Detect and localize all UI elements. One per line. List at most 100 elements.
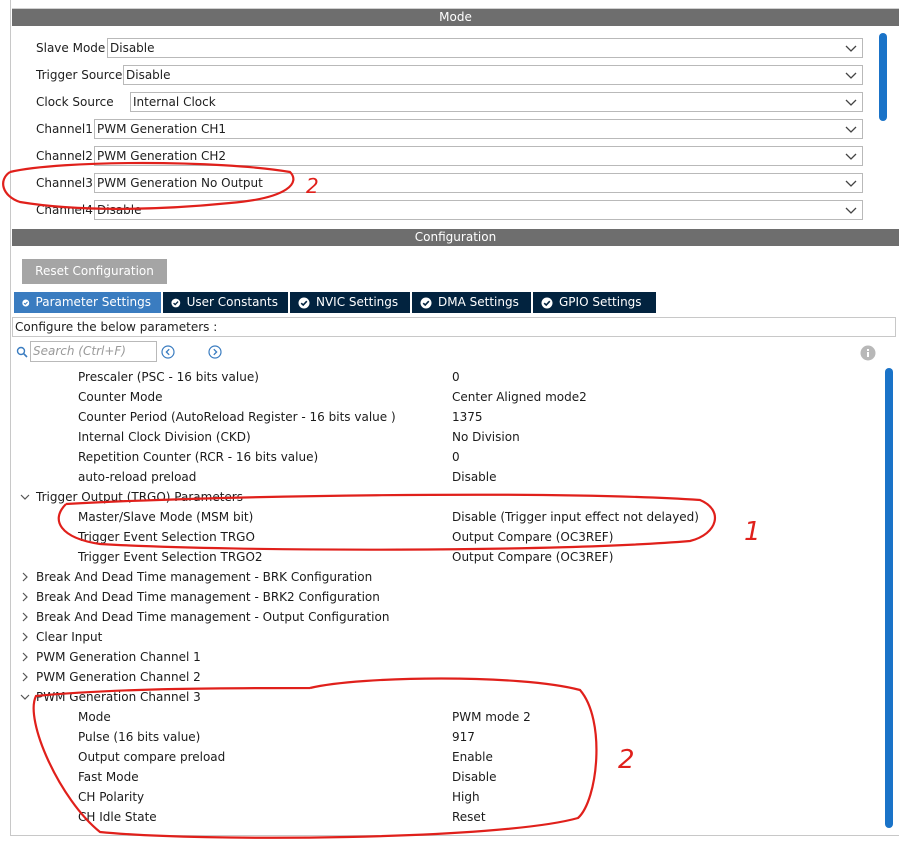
select-value: Disable (97, 203, 142, 217)
param-group-row[interactable]: PWM Generation Channel 3 (12, 687, 882, 707)
param-group-row[interactable]: PWM Generation Channel 1 (12, 647, 882, 667)
tab-user-constants[interactable]: User Constants (163, 292, 288, 313)
chevron-down-icon[interactable] (20, 491, 30, 503)
mode-scrollbar[interactable] (879, 33, 887, 121)
param-value[interactable]: Enable (452, 747, 493, 767)
param-group-label: PWM Generation Channel 3 (36, 690, 201, 704)
select-value: PWM Generation CH2 (97, 149, 227, 163)
chevron-right-icon[interactable] (20, 631, 30, 643)
param-row[interactable]: Counter Period (AutoReload Register - 16… (12, 407, 882, 427)
check-circle-icon (541, 297, 553, 308)
chevron-right-icon[interactable] (20, 571, 30, 583)
top-strip (12, 0, 899, 9)
slave-mode-select[interactable]: Disable (107, 38, 863, 58)
tab-dma-settings[interactable]: DMA Settings (412, 292, 531, 313)
param-group-row[interactable]: Break And Dead Time management - BRK2 Co… (12, 587, 882, 607)
mode-label: Slave Mode (36, 41, 106, 55)
reset-configuration-button[interactable]: Reset Configuration (22, 259, 167, 284)
param-value[interactable]: Disable (Trigger input effect not delaye… (452, 507, 699, 527)
tab-parameter-settings[interactable]: Parameter Settings (14, 292, 161, 313)
param-row[interactable]: CH Polarity High (12, 787, 882, 807)
mode-row-channel3: Channel3 (36, 172, 93, 194)
mode-label: Channel3 (36, 176, 93, 190)
param-value[interactable]: Reset (452, 807, 486, 827)
mode-row-trigger-source: Trigger Source (36, 64, 122, 86)
param-row[interactable]: Mode PWM mode 2 (12, 707, 882, 727)
param-group-row[interactable]: Clear Input (12, 627, 882, 647)
select-value: Internal Clock (133, 95, 216, 109)
param-value[interactable]: Output Compare (OC3REF) (452, 527, 613, 547)
tab-gpio-settings[interactable]: GPIO Settings (533, 292, 656, 313)
chevron-right-icon[interactable] (20, 591, 30, 603)
param-group-label: Break And Dead Time management - BRK Con… (36, 570, 373, 584)
param-name: Internal Clock Division (CKD) (78, 430, 251, 444)
mode-select-wrap: PWM Generation No Output (94, 172, 863, 194)
param-row[interactable]: Trigger Event Selection TRGO2 Output Comp… (12, 547, 882, 567)
chevron-right-icon[interactable] (20, 651, 30, 663)
info-icon[interactable] (860, 345, 876, 361)
channel1-select[interactable]: PWM Generation CH1 (94, 119, 863, 139)
param-group-row[interactable]: Trigger Output (TRGO) Parameters (12, 487, 882, 507)
select-value: PWM Generation CH1 (97, 122, 227, 136)
chevron-right-icon[interactable] (20, 671, 30, 683)
chevron-right-icon[interactable] (20, 611, 30, 623)
params-scrollbar[interactable] (885, 368, 893, 828)
param-group-label: Break And Dead Time management - BRK2 Co… (36, 590, 380, 604)
check-circle-icon (171, 298, 181, 307)
param-row[interactable]: Repetition Counter (RCR - 16 bits value)… (12, 447, 882, 467)
mode-label: Channel4 (36, 203, 93, 217)
mode-select-wrap: Disable (123, 64, 863, 86)
search-input[interactable]: Search (Ctrl+F) (30, 341, 157, 362)
param-row[interactable]: auto-reload preload Disable (12, 467, 882, 487)
param-value[interactable]: 0 (452, 367, 460, 387)
param-value[interactable]: Disable (452, 467, 497, 487)
select-value: PWM Generation No Output (97, 176, 263, 190)
param-value[interactable]: No Division (452, 427, 520, 447)
param-row[interactable]: CH Idle State Reset (12, 807, 882, 827)
param-row[interactable]: Master/Slave Mode (MSM bit) Disable (Trig… (12, 507, 882, 527)
param-group-row[interactable]: Break And Dead Time management - BRK Con… (12, 567, 882, 587)
chevron-down-icon (845, 72, 857, 79)
tab-label: Parameter Settings (35, 295, 151, 309)
param-value[interactable]: 917 (452, 727, 475, 747)
config-tabs: Parameter Settings User Constants NVIC S… (14, 292, 658, 313)
param-value[interactable]: PWM mode 2 (452, 707, 531, 727)
trigger-source-select[interactable]: Disable (123, 65, 863, 85)
chevron-down-icon[interactable] (20, 691, 30, 703)
channel4-select[interactable]: Disable (94, 200, 863, 220)
channel2-select[interactable]: PWM Generation CH2 (94, 146, 863, 166)
chevron-down-icon (845, 45, 857, 52)
param-value[interactable]: Center Aligned mode2 (452, 387, 587, 407)
param-row[interactable]: Prescaler (PSC - 16 bits value) 0 (12, 367, 882, 387)
param-row[interactable]: Fast Mode Disable (12, 767, 882, 787)
tab-label: NVIC Settings (316, 295, 399, 309)
param-row[interactable]: Trigger Event Selection TRGO Output Compa… (12, 527, 882, 547)
param-group-row[interactable]: PWM Generation Channel 2 (12, 667, 882, 687)
param-row[interactable]: Counter Mode Center Aligned mode2 (12, 387, 882, 407)
next-match-icon[interactable] (208, 345, 222, 359)
param-group-row[interactable]: Break And Dead Time management - Output … (12, 607, 882, 627)
tab-nvic-settings[interactable]: NVIC Settings (290, 292, 410, 313)
mode-row-channel4: Channel4 (36, 199, 93, 221)
param-row[interactable]: Internal Clock Division (CKD) No Division (12, 427, 882, 447)
clock-source-select[interactable]: Internal Clock (130, 92, 863, 112)
param-name: Trigger Event Selection TRGO (78, 530, 255, 544)
param-value[interactable]: 0 (452, 447, 460, 467)
param-name: Prescaler (PSC - 16 bits value) (78, 370, 259, 384)
param-name: CH Idle State (78, 810, 157, 824)
previous-match-icon[interactable] (161, 345, 175, 359)
param-row[interactable]: Pulse (16 bits value) 917 (12, 727, 882, 747)
param-row[interactable]: Output compare preload Enable (12, 747, 882, 767)
channel3-select[interactable]: PWM Generation No Output (94, 173, 863, 193)
param-name: auto-reload preload (78, 470, 197, 484)
param-value[interactable]: Output Compare (OC3REF) (452, 547, 613, 567)
param-name: Counter Mode (78, 390, 163, 404)
mode-section-header: Mode (12, 9, 899, 26)
search-icon (16, 346, 28, 358)
param-value[interactable]: 1375 (452, 407, 483, 427)
mode-select-wrap: PWM Generation CH2 (94, 145, 863, 167)
configuration-section-header: Configuration (12, 229, 899, 246)
param-value[interactable]: High (452, 787, 480, 807)
param-name: CH Polarity (78, 790, 145, 804)
param-value[interactable]: Disable (452, 767, 497, 787)
